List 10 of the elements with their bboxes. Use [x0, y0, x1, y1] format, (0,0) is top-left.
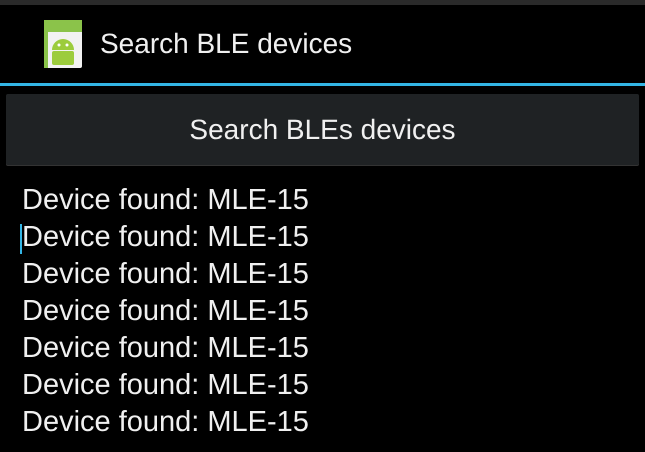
- result-line: Device found: MLE-15: [22, 186, 309, 215]
- result-line: Device found: MLE-15: [22, 297, 309, 326]
- result-line: Device found: MLE-15: [22, 408, 309, 437]
- app-title: Search BLE devices: [100, 27, 352, 61]
- result-line: Device found: MLE-15: [22, 371, 309, 400]
- search-button[interactable]: Search BLEs devices: [6, 94, 639, 165]
- android-app-icon: [44, 20, 82, 68]
- result-line: Device found: MLE-15: [22, 223, 309, 252]
- result-line: Device found: MLE-15: [22, 334, 309, 363]
- result-line: Device found: MLE-15: [22, 260, 309, 289]
